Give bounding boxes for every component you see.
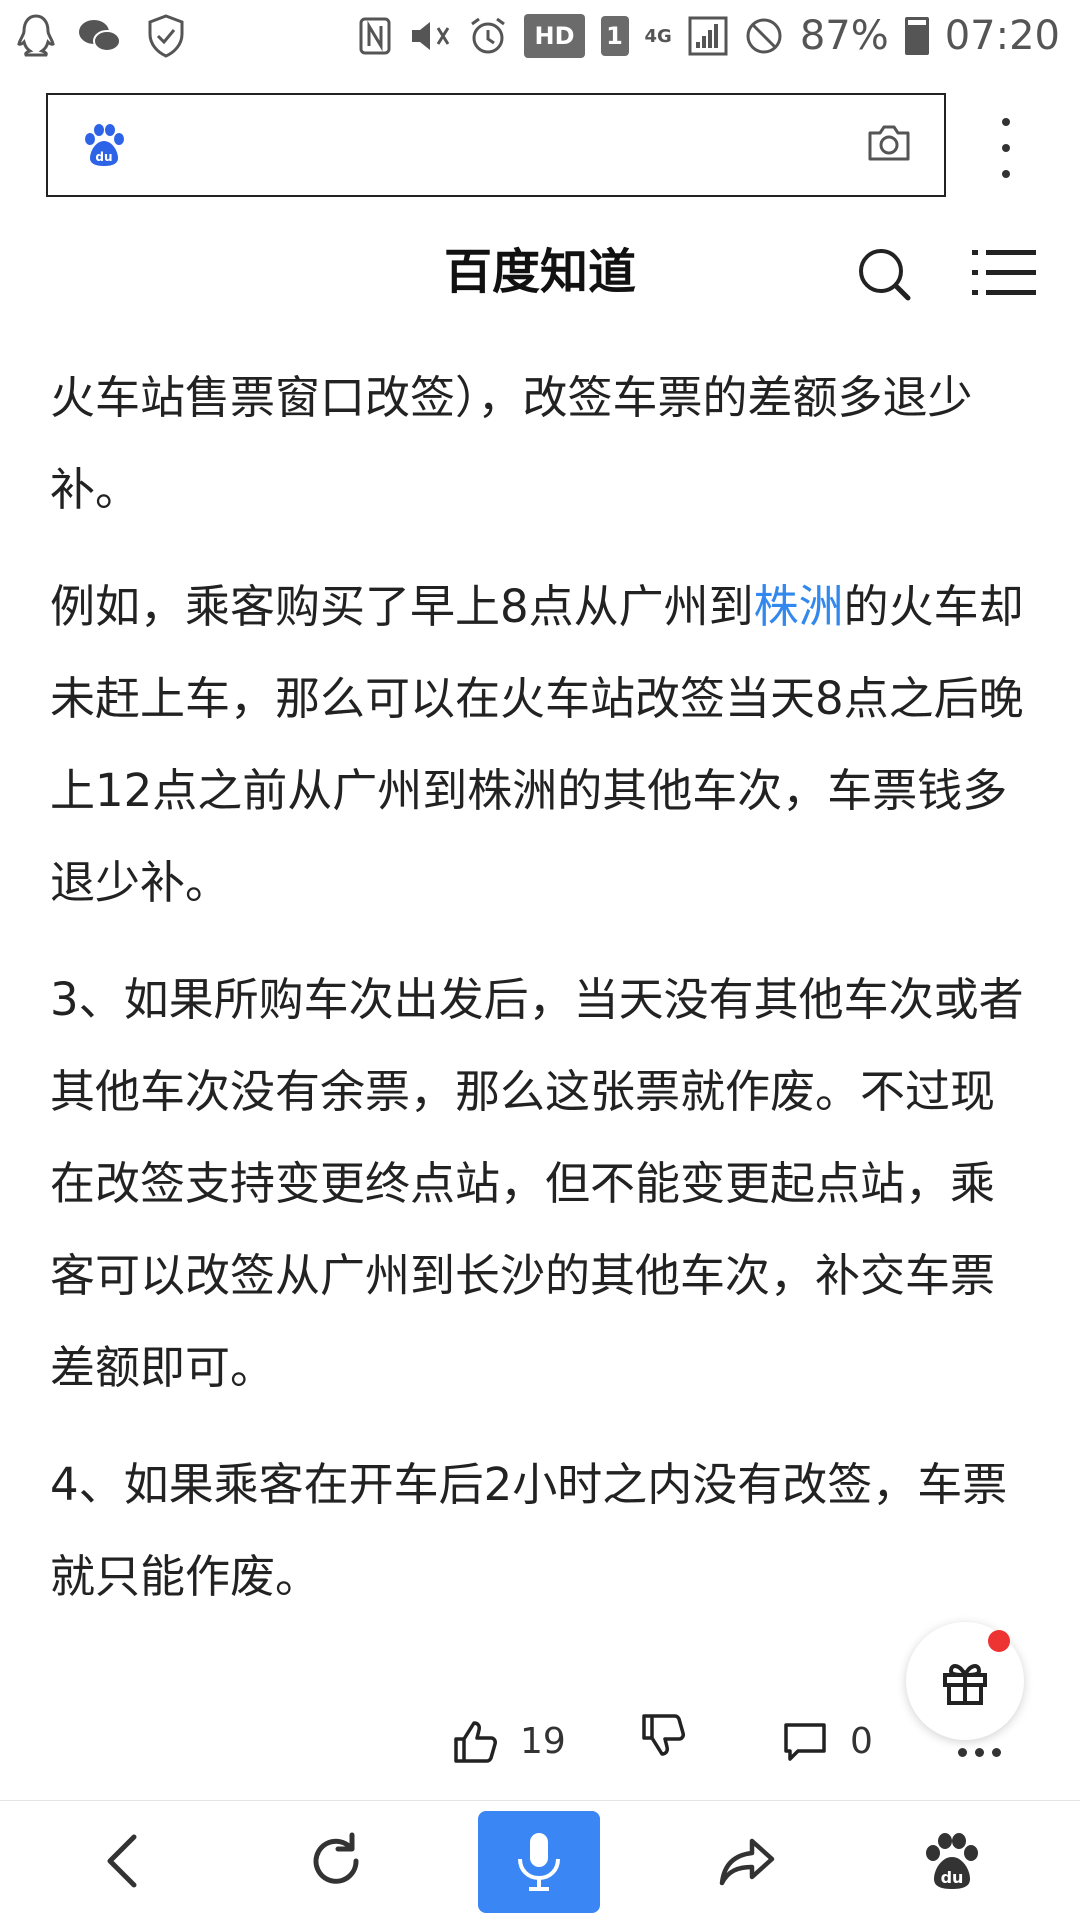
- network-type-label: 4G: [644, 25, 672, 47]
- answer-content: 火车站售票窗口改签），改签车票的差额多退少补。 例如，乘客购买了早上8点从广州到…: [50, 352, 1030, 1648]
- qq-icon: [17, 14, 55, 57]
- dislike-button[interactable]: [640, 1712, 686, 1758]
- gift-icon: [943, 1664, 987, 1705]
- refresh-icon[interactable]: [304, 1829, 368, 1893]
- more-options-icon[interactable]: [958, 1748, 1001, 1757]
- zhuzhou-link[interactable]: 株洲: [754, 580, 844, 633]
- comment-button[interactable]: 0: [782, 1712, 873, 1772]
- like-button[interactable]: 19: [452, 1712, 566, 1772]
- like-count: 19: [520, 1721, 566, 1762]
- thumbs-up-icon: [454, 1721, 497, 1763]
- browser-bottom-bar: du: [0, 1800, 1080, 1921]
- svg-text:du: du: [941, 1868, 964, 1887]
- paragraph-2: 例如，乘客购买了早上8点从广州到株洲的火车却未赶上车，那么可以在火车站改签当天8…: [50, 561, 1030, 929]
- notification-dot: [988, 1630, 1010, 1652]
- page-title: 百度知道: [443, 244, 636, 300]
- battery-percent: 87%: [799, 13, 889, 59]
- share-icon[interactable]: [716, 1829, 780, 1893]
- back-icon[interactable]: [92, 1829, 156, 1893]
- browser-search-input[interactable]: [158, 119, 802, 175]
- paragraph-3: 3、如果所购车次出发后，当天没有其他车次或者其他车次没有余票，那么这张票就作废。…: [50, 973, 1024, 1394]
- wechat-icon: [79, 20, 121, 52]
- browser-search-bar[interactable]: du: [46, 93, 946, 197]
- camera-icon[interactable]: [866, 123, 912, 163]
- search-icon[interactable]: [856, 246, 912, 302]
- battery-icon: [904, 17, 929, 55]
- mute-icon: [412, 22, 450, 50]
- microphone-icon: [518, 1833, 560, 1891]
- voice-search-button[interactable]: [478, 1811, 600, 1913]
- do-not-disturb-icon: [746, 18, 782, 54]
- clock: 07:20: [944, 13, 1060, 59]
- shield-icon: [148, 14, 184, 58]
- status-bar: HD 1 4G 87% 07:20: [0, 0, 1080, 76]
- baidu-home-icon[interactable]: du: [920, 1829, 984, 1893]
- svg-text:du: du: [95, 150, 112, 164]
- signal-icon: [688, 16, 728, 56]
- comment-icon: [784, 1723, 826, 1761]
- alarm-icon: [471, 17, 506, 54]
- nfc-icon: [359, 17, 391, 55]
- hd-badge: HD: [524, 14, 585, 58]
- comment-count: 0: [850, 1721, 873, 1762]
- status-right-icons: HD 1 4G 87% 07:20: [358, 10, 1060, 62]
- paragraph-4: 4、如果乘客在开车后2小时之内没有改签，车票就只能作废。: [50, 1458, 1008, 1603]
- answer-actions: 19 0: [0, 1712, 1080, 1772]
- kebab-menu-icon[interactable]: [996, 118, 1016, 178]
- menu-icon[interactable]: [972, 248, 1036, 298]
- baidu-paw-icon: du: [85, 124, 124, 166]
- paragraph-2-text-before: 例如，乘客购买了早上8点从广州到: [50, 580, 754, 633]
- thumbs-down-icon: [642, 1714, 685, 1756]
- paragraph-1: 火车站售票窗口改签），改签车票的差额多退少补。: [50, 371, 973, 516]
- sim-badge: 1: [600, 16, 629, 56]
- status-left-icons: [16, 12, 188, 60]
